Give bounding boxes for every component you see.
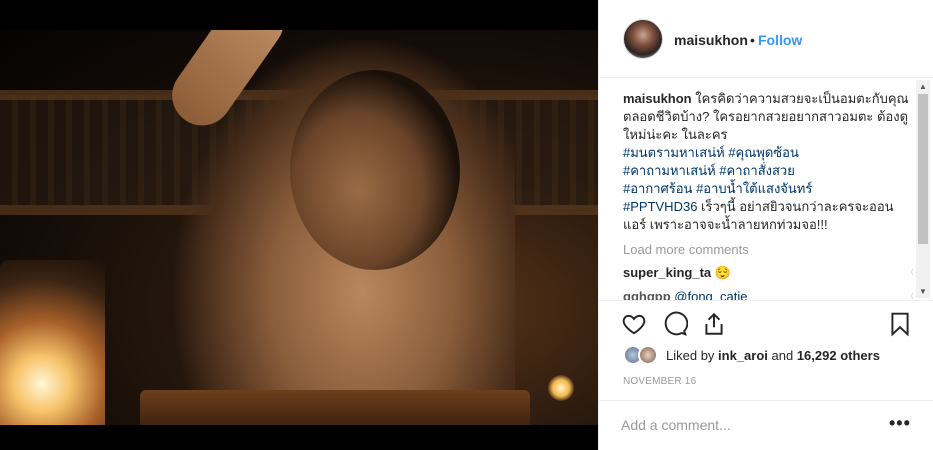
- post-photo: [0, 30, 598, 425]
- comment-item: super_king_ta 😌 ♡: [623, 265, 913, 283]
- likes-count-link[interactable]: 16,292 others: [797, 348, 880, 363]
- scroll-down-arrow-icon[interactable]: ▼: [919, 287, 927, 296]
- candle-light: [548, 375, 574, 401]
- load-more-comments-button[interactable]: Load more comments: [623, 242, 913, 257]
- share-icon[interactable]: [701, 311, 727, 337]
- post-header: maisukhon • Follow: [599, 0, 933, 78]
- hashtag[interactable]: #คาถาสั่งสวย: [719, 163, 795, 178]
- likes-text: Liked by ink_aroi and 16,292 others: [666, 348, 880, 363]
- post-caption: maisukhon ใครคิดว่าความสวยจะเป็นอมตะกับค…: [623, 90, 913, 234]
- hashtag[interactable]: #มนตรามหาเสน่ห์: [623, 145, 725, 160]
- lantern: [0, 260, 105, 425]
- likes-prefix: Liked by: [666, 348, 719, 363]
- comment-like-icon[interactable]: ♡: [910, 267, 913, 281]
- comment-username[interactable]: gghgpp: [623, 289, 671, 300]
- post-media[interactable]: [0, 0, 598, 450]
- separator-dot: •: [750, 32, 755, 48]
- liker-avatar[interactable]: [638, 345, 658, 365]
- add-comment-section: •••: [599, 400, 933, 450]
- header-username[interactable]: maisukhon: [674, 32, 748, 48]
- comment-icon[interactable]: [662, 311, 689, 337]
- hashtag[interactable]: #อาบน้ำใต้แสงจันทร์: [696, 181, 812, 196]
- caption-username[interactable]: maisukhon: [623, 91, 692, 106]
- comment-text[interactable]: @fong_catie: [674, 289, 747, 300]
- avatar[interactable]: [623, 19, 663, 59]
- hashtag[interactable]: #PPTVHD36: [623, 199, 697, 214]
- comment-like-icon[interactable]: ♡: [910, 291, 913, 300]
- post-side-panel: maisukhon • Follow maisukhon ใครคิดว่าคว…: [598, 0, 933, 450]
- likes-mid: and: [767, 348, 797, 363]
- likes-summary: Liked by ink_aroi and 16,292 others: [623, 345, 923, 367]
- wooden-tub: [140, 390, 530, 425]
- scrollbar-thumb[interactable]: [918, 94, 928, 244]
- add-comment-input[interactable]: [621, 415, 871, 435]
- comment-text: 😌: [714, 265, 731, 280]
- hashtag[interactable]: #อากาศร้อน: [623, 181, 692, 196]
- hashtag[interactable]: #คาถามหาเสน่ห์: [623, 163, 716, 178]
- comment-item: gghgpp @fong_catie ♡: [623, 289, 913, 300]
- photo-subject-head: [290, 70, 460, 270]
- post-actions-bar: [599, 300, 933, 345]
- comment-username[interactable]: super_king_ta: [623, 265, 711, 280]
- scroll-up-arrow-icon[interactable]: ▲: [919, 82, 927, 91]
- more-options-icon[interactable]: •••: [889, 413, 911, 434]
- likes-user-link[interactable]: ink_aroi: [718, 348, 768, 363]
- comments-scrollbar[interactable]: ▲ ▼: [916, 80, 930, 298]
- heart-icon[interactable]: [621, 311, 647, 337]
- bookmark-icon[interactable]: [887, 311, 913, 337]
- instagram-post-modal: maisukhon • Follow maisukhon ใครคิดว่าคว…: [0, 0, 933, 450]
- comments-list[interactable]: maisukhon ใครคิดว่าความสวยจะเป็นอมตะกับค…: [623, 90, 913, 300]
- post-date[interactable]: November 16: [623, 376, 696, 387]
- hashtag[interactable]: #คุณพุดซ้อน: [728, 145, 799, 160]
- follow-button[interactable]: Follow: [758, 32, 802, 48]
